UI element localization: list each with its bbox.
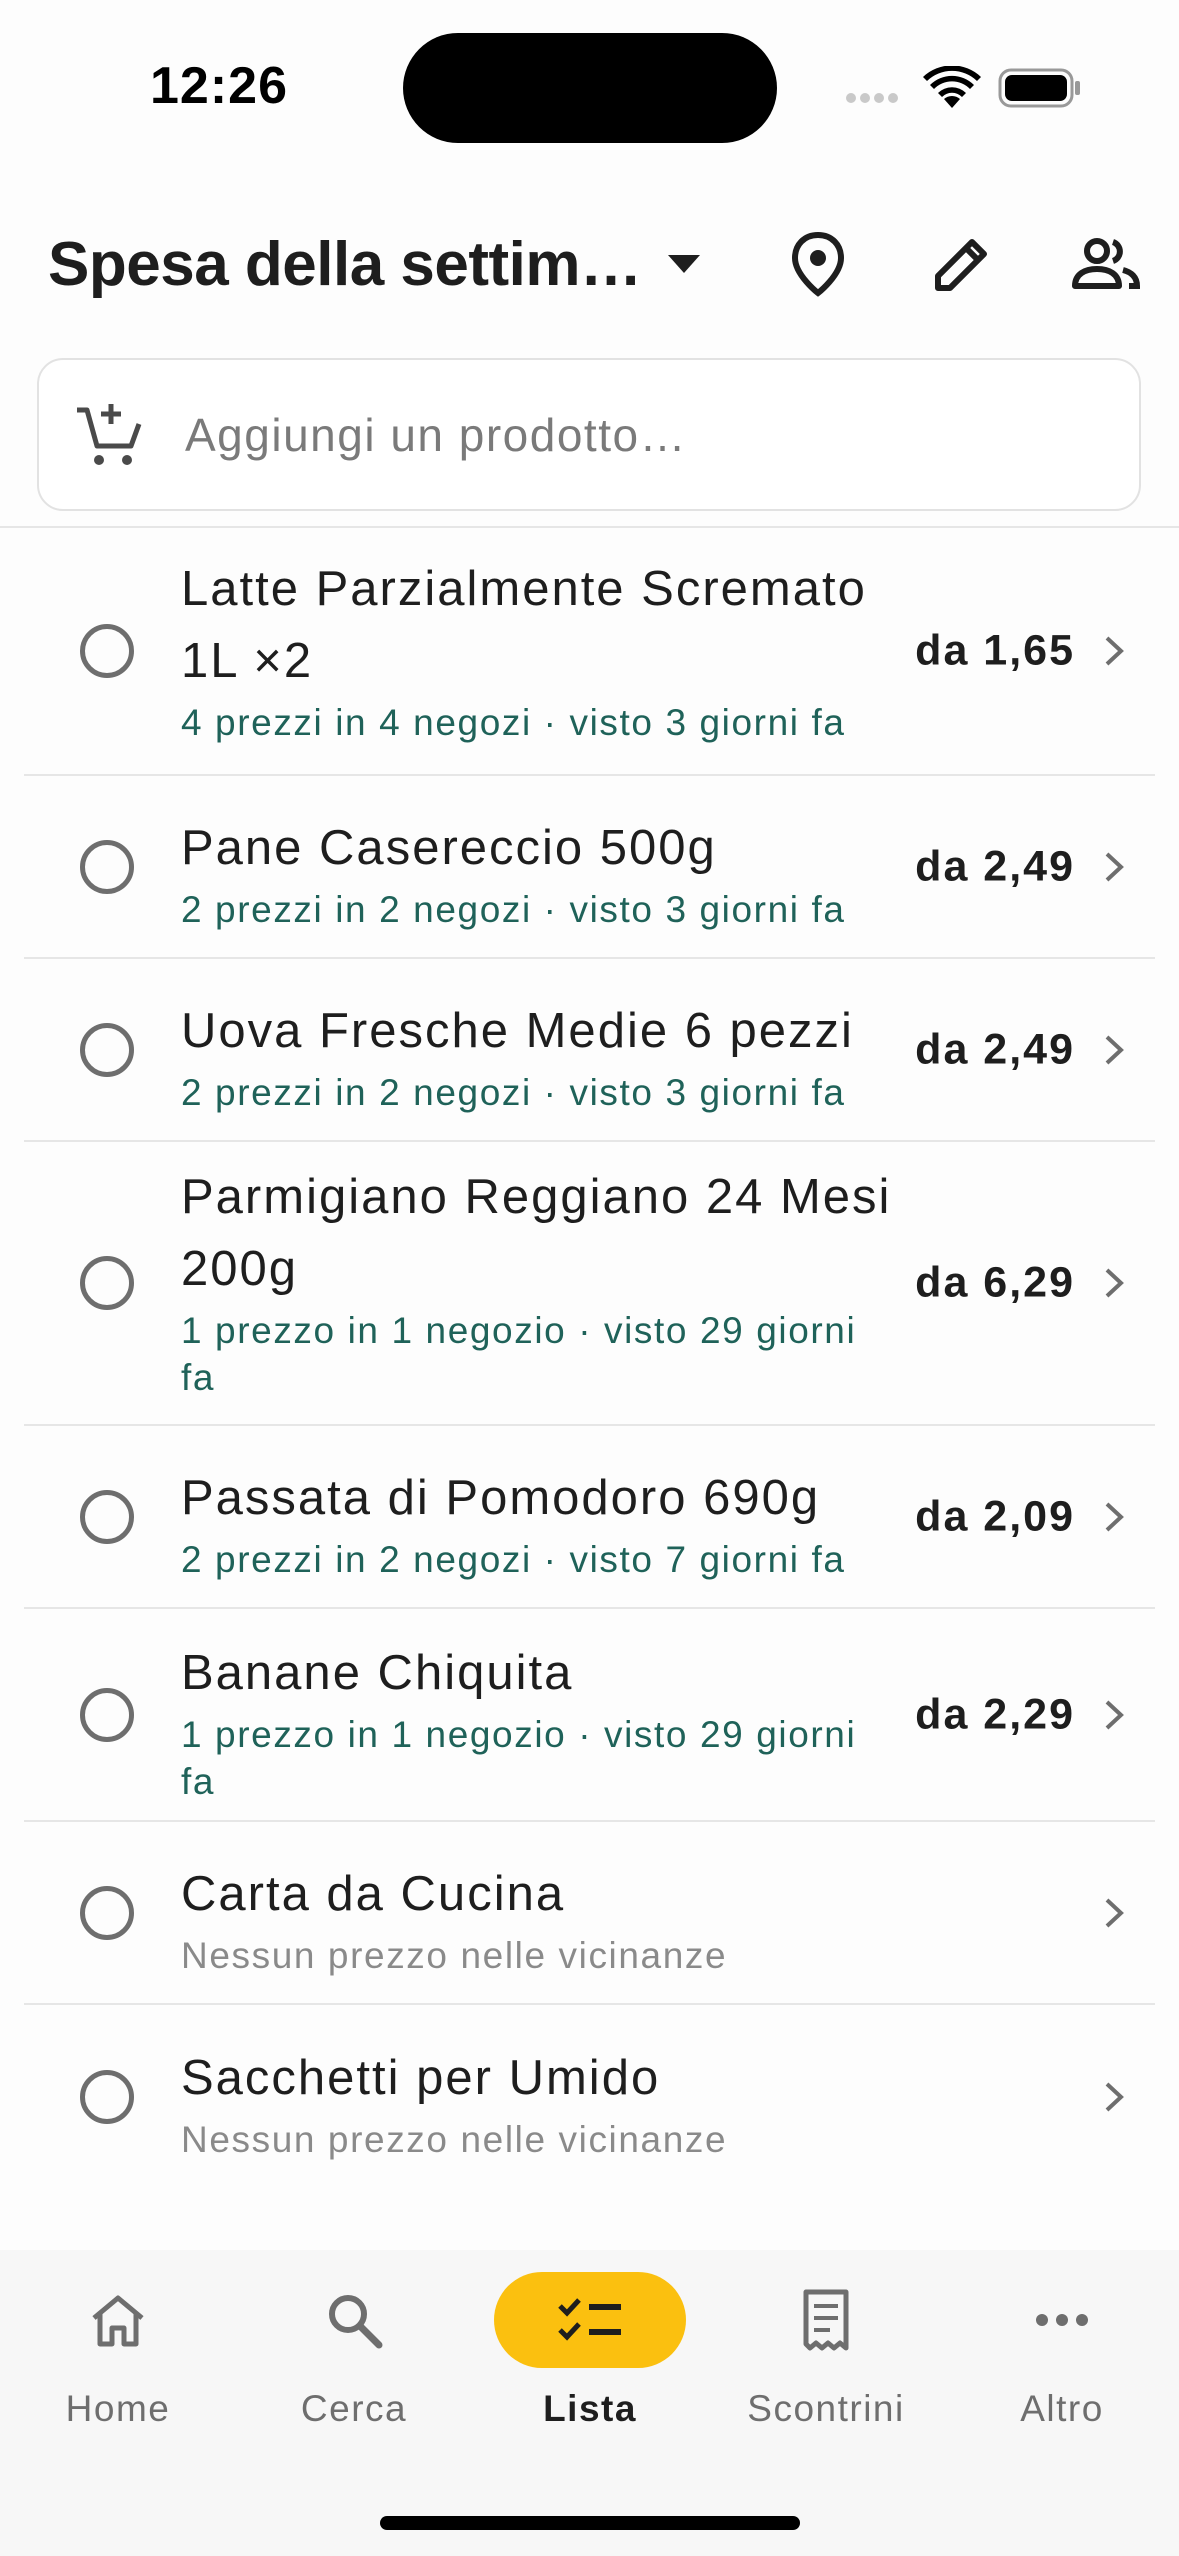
- item-name: Passata di Pomodoro 690g: [181, 1471, 821, 1525]
- shopping-list: Latte Parzialmente Scremato 1L ×2 4 prez…: [24, 528, 1155, 2188]
- item-name: Sacchetti per Umido: [181, 2051, 661, 2105]
- status-time: 12:26: [150, 57, 288, 115]
- item-checkbox[interactable]: [80, 2069, 134, 2124]
- item-name: Latte Parzialmente Scremato 1L ×2: [181, 561, 867, 688]
- battery-icon: [998, 68, 1080, 108]
- add-cart-icon: [77, 403, 142, 465]
- chevron-right-icon: [1105, 2082, 1124, 2111]
- add-product-field[interactable]: [37, 358, 1141, 511]
- list-title: Spesa della settim…: [48, 229, 642, 299]
- item-checkbox[interactable]: [80, 839, 134, 894]
- nav-label: Cerca: [300, 2388, 408, 2429]
- edit-button[interactable]: [926, 228, 998, 300]
- caret-down-icon: [667, 255, 700, 273]
- bottom-nav: Home Cerca Lista Scontrini Altro: [0, 2250, 1179, 2556]
- home-indicator[interactable]: [380, 2516, 800, 2530]
- item-name: Uova Fresche Medie 6 pezzi: [181, 1004, 854, 1058]
- search-icon: [329, 2295, 383, 2349]
- item-checkbox[interactable]: [80, 624, 134, 678]
- nav-icon-container: [258, 2272, 450, 2368]
- home-icon: [92, 2295, 144, 2347]
- wifi-icon: [923, 66, 981, 108]
- list-selector[interactable]: Spesa della settim…: [48, 224, 702, 304]
- item-price-info: 2 prezzi in 2 negozi · visto 3 giorni fa: [181, 1072, 846, 1113]
- nav-label: Scontrini: [747, 2388, 905, 2429]
- chevron-right-icon: [1105, 1898, 1124, 1927]
- chevron-right-icon: [1105, 1502, 1124, 1531]
- nav-label: Altro: [1020, 2388, 1104, 2429]
- list-item[interactable]: Passata di Pomodoro 690g 2 prezzi in 2 n…: [24, 1426, 1155, 1609]
- location-pin-icon: [791, 231, 845, 297]
- list-item[interactable]: Uova Fresche Medie 6 pezzi 2 prezzi in 2…: [24, 959, 1155, 1142]
- item-price-info: 4 prezzi in 4 negozi · visto 3 giorni fa: [181, 701, 846, 743]
- item-price: da 6,29: [915, 1258, 1075, 1307]
- share-button[interactable]: [1070, 228, 1142, 300]
- list-item[interactable]: Sacchetti per Umido Nessun prezzo nelle …: [24, 2005, 1155, 2188]
- nav-receipts[interactable]: Scontrini: [708, 2272, 944, 2472]
- edit-pencil-icon: [935, 239, 987, 291]
- nav-home[interactable]: Home: [0, 2272, 236, 2472]
- item-price-info: Nessun prezzo nelle vicinanze: [181, 2119, 728, 2160]
- location-button[interactable]: [782, 228, 854, 300]
- item-checkbox[interactable]: [80, 1885, 134, 1940]
- list-header: Spesa della settim…: [0, 200, 1179, 330]
- item-checkbox[interactable]: [80, 1022, 134, 1077]
- nav-label: Lista: [543, 2388, 637, 2429]
- item-price-info: 1 prezzo in 1 negozio · visto 29 giorni …: [181, 1310, 857, 1398]
- receipt-icon: [803, 2289, 849, 2351]
- nav-more[interactable]: Altro: [944, 2272, 1179, 2472]
- nav-search[interactable]: Cerca: [236, 2272, 472, 2472]
- item-name: Parmigiano Reggiano 24 Mesi 200g: [181, 1170, 892, 1296]
- item-price: da 1,65: [915, 626, 1075, 675]
- checklist-icon: [558, 2298, 621, 2341]
- nav-icon-container: [966, 2272, 1158, 2368]
- item-price-info: 2 prezzi in 2 negozi · visto 3 giorni fa: [181, 889, 846, 930]
- list-item[interactable]: Banane Chiquita 1 prezzo in 1 negozio · …: [24, 1609, 1155, 1822]
- status-bar: 12:26: [0, 0, 1179, 170]
- item-price: da 2,29: [915, 1690, 1075, 1738]
- nav-icon-container: [494, 2272, 686, 2368]
- nav-label: Home: [65, 2388, 171, 2429]
- item-name: Carta da Cucina: [181, 1867, 566, 1921]
- list-item[interactable]: Parmigiano Reggiano 24 Mesi 200g 1 prezz…: [24, 1142, 1155, 1426]
- share-people-icon: [1072, 238, 1141, 289]
- item-checkbox[interactable]: [80, 1489, 134, 1544]
- item-name: Banane Chiquita: [181, 1645, 574, 1700]
- nav-icon-container: [22, 2272, 214, 2368]
- list-item[interactable]: Pane Casereccio 500g 2 prezzi in 2 negoz…: [24, 776, 1155, 959]
- item-price: da 2,09: [915, 1492, 1075, 1540]
- item-name: Pane Casereccio 500g: [181, 821, 717, 875]
- more-dots-icon: [1036, 2314, 1088, 2326]
- chevron-right-icon: [1105, 636, 1124, 666]
- nav-icon-container: [730, 2272, 922, 2368]
- item-checkbox[interactable]: [80, 1687, 134, 1742]
- dynamic-island: [403, 33, 777, 143]
- chevron-right-icon: [1105, 1268, 1124, 1298]
- item-price: da 2,49: [915, 842, 1075, 890]
- item-price-info: 1 prezzo in 1 negozio · visto 29 giorni …: [181, 1713, 857, 1802]
- chevron-right-icon: [1105, 852, 1124, 881]
- add-product-input[interactable]: [185, 407, 1085, 462]
- list-item[interactable]: Carta da Cucina Nessun prezzo nelle vici…: [24, 1822, 1155, 2005]
- nav-list[interactable]: Lista: [472, 2272, 708, 2472]
- item-price-info: 2 prezzi in 2 negozi · visto 7 giorni fa: [181, 1539, 846, 1580]
- chevron-right-icon: [1105, 1700, 1124, 1729]
- list-item[interactable]: Latte Parzialmente Scremato 1L ×2 4 prez…: [24, 528, 1155, 776]
- cellular-signal-icon: [846, 90, 906, 104]
- item-price: da 2,49: [915, 1025, 1075, 1073]
- item-price-info: Nessun prezzo nelle vicinanze: [181, 1935, 728, 1976]
- chevron-right-icon: [1105, 1035, 1124, 1064]
- item-checkbox[interactable]: [80, 1256, 134, 1310]
